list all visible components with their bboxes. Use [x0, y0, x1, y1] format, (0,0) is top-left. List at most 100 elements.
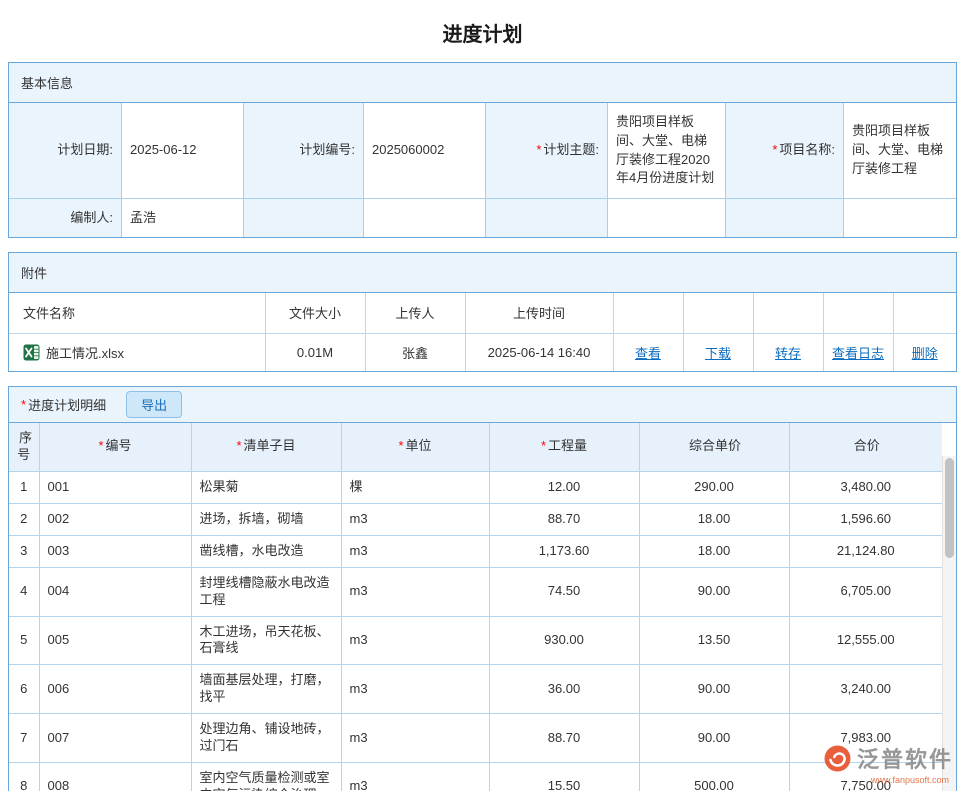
cell-unit: 棵: [341, 471, 489, 503]
cell-item: 室内空气质量检测或室内空气污染综合治理;: [191, 762, 341, 791]
plan-subject-value: 贵阳项目样板间、大堂、电梯厅装修工程2020年4月份进度计划: [607, 103, 725, 199]
author-value: 孟浩: [121, 199, 243, 237]
empty-label-cell: [725, 199, 843, 237]
col-header-empty: [683, 293, 753, 333]
cell-unit: m3: [341, 616, 489, 665]
cell-unit: m3: [341, 665, 489, 714]
cell-unit-price: 18.00: [639, 535, 789, 567]
cell-unit-price: 13.50: [639, 616, 789, 665]
upload-time-cell: 2025-06-14 16:40: [465, 333, 613, 371]
row-index: 1: [9, 471, 39, 503]
col-header-file-name: 文件名称: [9, 293, 265, 333]
field-label-text: 项目名称:: [779, 141, 835, 160]
row-index: 3: [9, 535, 39, 567]
scrollbar-thumb[interactable]: [945, 458, 954, 558]
uploader-cell: 张鑫: [365, 333, 465, 371]
col-header-index: 序号: [9, 423, 39, 471]
table-row: 1 001 松果菊 棵 12.00 290.00 3,480.00: [9, 471, 942, 503]
field-label-text: 计划编号:: [299, 141, 355, 160]
cell-quantity: 12.00: [489, 471, 639, 503]
row-index: 8: [9, 762, 39, 791]
cell-total: 1,596.60: [789, 503, 942, 535]
col-header-unit: *单位: [341, 423, 489, 471]
cell-total: 7,750.00: [789, 762, 942, 791]
details-header-row: 序号 *编号 *清单子目 *单位 *工程量 综合单价 合价: [9, 423, 942, 471]
cell-total: 21,124.80: [789, 535, 942, 567]
field-label-text: 计划主题:: [543, 141, 599, 160]
cell-unit-price: 290.00: [639, 471, 789, 503]
cell-unit: m3: [341, 567, 489, 616]
col-header-quantity: *工程量: [489, 423, 639, 471]
details-panel: * 进度计划明细 导出 序号 *编号 *清单子目 *单位 *工程量 综合单价: [8, 386, 957, 791]
cell-quantity: 74.50: [489, 567, 639, 616]
cell-item: 封埋线槽隐蔽水电改造工程: [191, 567, 341, 616]
col-header-item: *清单子目: [191, 423, 341, 471]
file-name: 施工情况.xlsx: [46, 343, 124, 362]
cell-item: 松果菊: [191, 471, 341, 503]
field-label-text: 计划日期:: [57, 141, 113, 160]
cell-total: 6,705.00: [789, 567, 942, 616]
empty-label-cell: [485, 199, 607, 237]
col-header-empty: [893, 293, 956, 333]
file-name-cell: 施工情况.xlsx: [9, 333, 265, 371]
delete-link[interactable]: 删除: [912, 346, 938, 361]
export-button[interactable]: 导出: [126, 391, 182, 418]
attachments-section-title: 附件: [9, 253, 956, 293]
table-row: 8 008 室内空气质量检测或室内空气污染综合治理; m3 15.50 500.…: [9, 762, 942, 791]
cell-unit: m3: [341, 714, 489, 763]
transfer-link[interactable]: 转存: [775, 346, 801, 361]
row-index: 2: [9, 503, 39, 535]
cell-quantity: 1,173.60: [489, 535, 639, 567]
required-marker: *: [21, 397, 26, 412]
download-link[interactable]: 下载: [705, 346, 731, 361]
col-header-empty: [613, 293, 683, 333]
basic-info-panel: 基本信息 计划日期: 2025-06-12 计划编号: 2025060002 *…: [8, 62, 957, 238]
row-index: 4: [9, 567, 39, 616]
empty-value-cell: [607, 199, 725, 237]
plan-subject-label: * 计划主题:: [485, 103, 607, 199]
details-table: 序号 *编号 *清单子目 *单位 *工程量 综合单价 合价 1 001 松果菊: [9, 423, 942, 791]
basic-info-section-title: 基本信息: [9, 63, 956, 103]
col-header-code: *编号: [39, 423, 191, 471]
col-header-upload-time: 上传时间: [465, 293, 613, 333]
empty-value-cell: [363, 199, 485, 237]
cell-item: 进场，拆墙，砌墙: [191, 503, 341, 535]
author-label: 编制人:: [9, 199, 121, 237]
plan-number-label: 计划编号:: [243, 103, 363, 199]
cell-item: 墙面基层处理，打磨，找平: [191, 665, 341, 714]
cell-quantity: 36.00: [489, 665, 639, 714]
vertical-scrollbar[interactable]: [942, 456, 956, 791]
cell-quantity: 15.50: [489, 762, 639, 791]
plan-number-value: 2025060002: [363, 103, 485, 199]
cell-unit-price: 18.00: [639, 503, 789, 535]
attachments-panel: 附件 文件名称 文件大小 上传人 上传时间: [8, 252, 957, 372]
field-label-text: 编制人:: [70, 209, 113, 228]
col-header-total: 合价: [789, 423, 942, 471]
table-row: 3 003 凿线槽，水电改造 m3 1,173.60 18.00 21,124.…: [9, 535, 942, 567]
page: 进度计划 基本信息 计划日期: 2025-06-12 计划编号: 2025060…: [0, 0, 965, 791]
row-index: 5: [9, 616, 39, 665]
cell-code: 003: [39, 535, 191, 567]
basic-info-grid: 计划日期: 2025-06-12 计划编号: 2025060002 * 计划主题…: [9, 103, 956, 237]
file-size-cell: 0.01M: [265, 333, 365, 371]
empty-value-cell: [843, 199, 956, 237]
cell-unit-price: 90.00: [639, 714, 789, 763]
required-marker: *: [772, 141, 777, 160]
cell-quantity: 88.70: [489, 714, 639, 763]
attachment-row: 施工情况.xlsx 0.01M 张鑫 2025-06-14 16:40 查看 下…: [9, 333, 956, 371]
table-row: 6 006 墙面基层处理，打磨，找平 m3 36.00 90.00 3,240.…: [9, 665, 942, 714]
view-log-link[interactable]: 查看日志: [832, 346, 884, 361]
col-header-unit-price: 综合单价: [639, 423, 789, 471]
attachments-table: 文件名称 文件大小 上传人 上传时间: [9, 293, 956, 371]
cell-unit: m3: [341, 762, 489, 791]
project-name-value: 贵阳项目样板间、大堂、电梯厅装修工程: [843, 103, 956, 199]
table-row: 2 002 进场，拆墙，砌墙 m3 88.70 18.00 1,596.60: [9, 503, 942, 535]
view-link[interactable]: 查看: [635, 346, 661, 361]
details-section-header: * 进度计划明细 导出: [9, 387, 956, 423]
cell-code: 006: [39, 665, 191, 714]
cell-total: 12,555.00: [789, 616, 942, 665]
col-header-file-size: 文件大小: [265, 293, 365, 333]
plan-date-label: 计划日期:: [9, 103, 121, 199]
cell-unit-price: 500.00: [639, 762, 789, 791]
page-title: 进度计划: [8, 0, 957, 62]
